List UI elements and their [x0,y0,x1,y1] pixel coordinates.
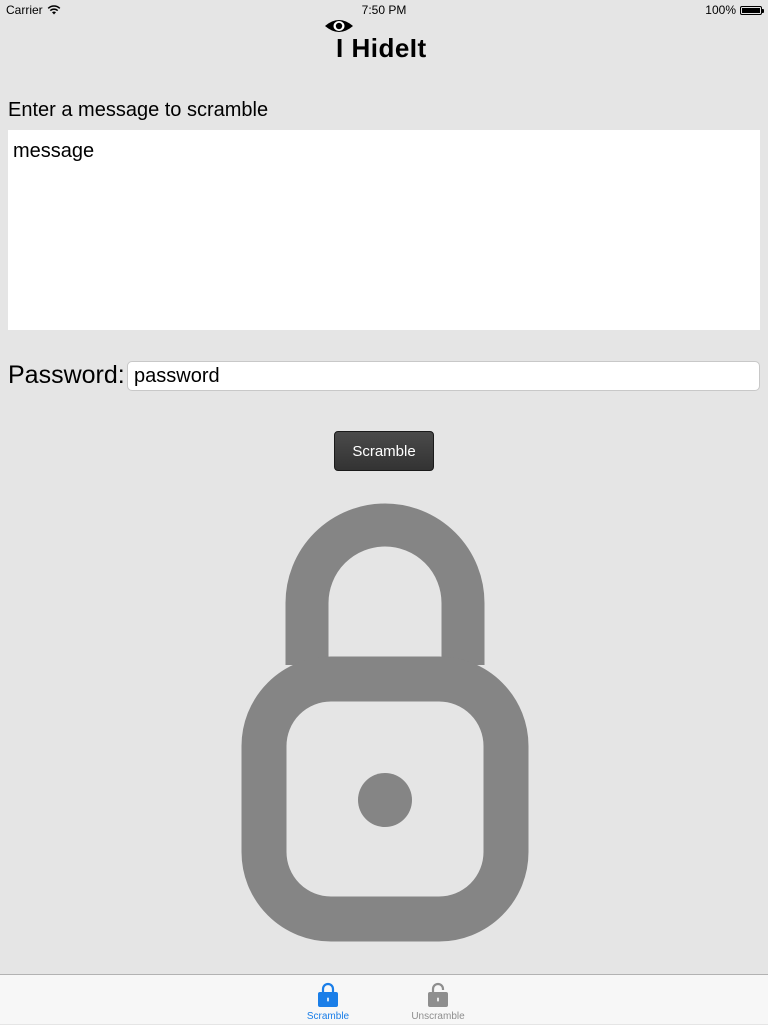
scramble-button[interactable]: Scramble [334,431,434,471]
tab-unscramble[interactable]: Unscramble [398,975,478,1025]
battery-icon [740,5,764,15]
lock-shackle [285,503,485,665]
status-right: 100% [705,3,764,17]
tab-scramble[interactable]: Scramble [288,975,368,1025]
lock-icon [241,503,529,942]
app-logo: I HideIt [0,18,768,63]
battery-fill [742,7,760,13]
eye-icon [325,20,353,32]
lock-keyhole [358,773,412,827]
message-textarea[interactable]: message [8,130,760,330]
password-label: Password: [8,361,125,389]
tab-bar: Scramble Unscramble [0,974,768,1024]
unlocked-icon [428,982,448,1007]
battery-percent: 100% [705,3,736,17]
password-field[interactable] [127,361,760,391]
status-bar: Carrier 7:50 PM 100% [0,0,768,20]
tab-unscramble-label: Unscramble [411,1011,465,1022]
tab-scramble-label: Scramble [306,1011,350,1022]
clock: 7:50 PM [361,3,407,17]
message-label: Enter a message to scramble [8,99,269,121]
locked-icon [318,982,338,1007]
app-title: I HideIt [336,33,427,63]
